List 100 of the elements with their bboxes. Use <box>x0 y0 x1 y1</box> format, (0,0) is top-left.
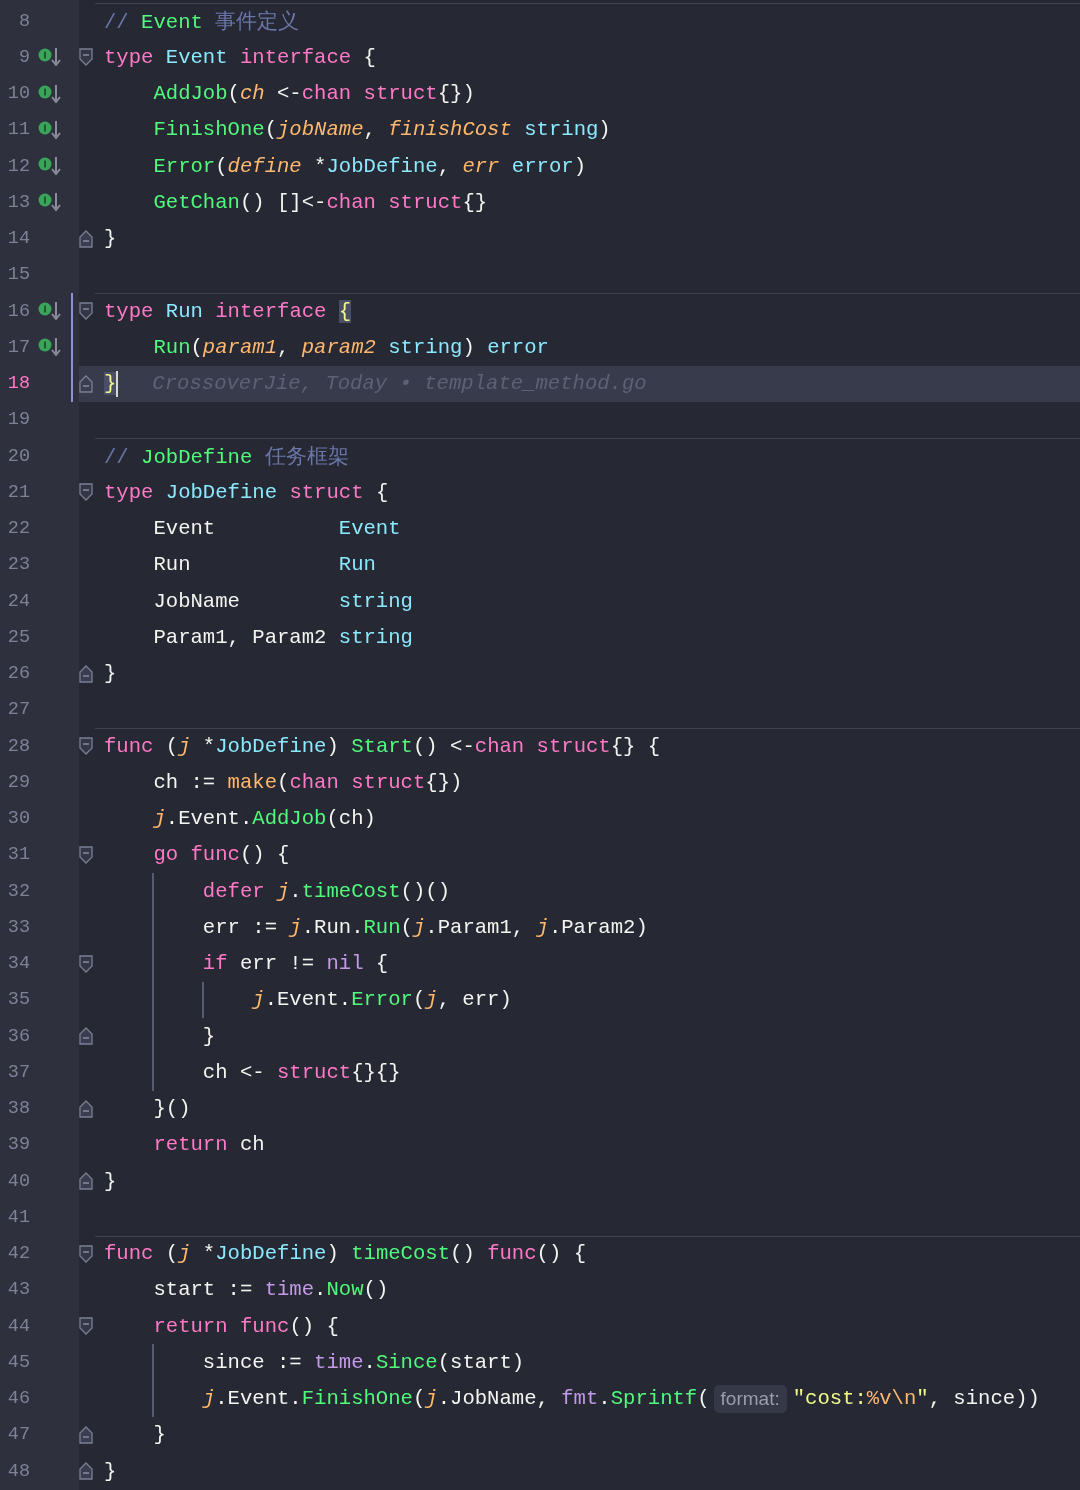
fold-marker-icon[interactable] <box>79 737 93 756</box>
code-line: type Event interface { <box>104 45 376 69</box>
fold-marker-icon[interactable] <box>79 1172 93 1191</box>
line-number: 47 <box>6 1424 30 1446</box>
implementation-icon[interactable] <box>38 155 62 178</box>
code-line: Run(param1, param2 string) error <box>153 335 549 359</box>
change-marker[interactable] <box>71 329 73 366</box>
code-line: ch := make(chan struct{}) <box>153 770 463 794</box>
line-number: 26 <box>6 663 30 685</box>
code-line: j.Event.AddJob(ch) <box>153 807 376 831</box>
code-line: start := time.Now() <box>153 1278 389 1302</box>
line-number: 37 <box>6 1061 30 1083</box>
code-line: } <box>153 1423 166 1447</box>
line-number: 46 <box>6 1388 30 1410</box>
implementation-icon[interactable] <box>38 300 62 323</box>
code-line: GetChan() []<-chan struct{} <box>153 190 488 214</box>
fold-marker-icon[interactable] <box>79 954 93 973</box>
line-number: 14 <box>6 228 30 250</box>
implementation-icon[interactable] <box>38 336 62 359</box>
text-cursor <box>116 370 119 397</box>
implementation-icon[interactable] <box>38 82 62 105</box>
line-number: 31 <box>6 844 30 866</box>
code-line: type JobDefine struct { <box>104 480 389 504</box>
code-line: // Event 事件定义 <box>104 9 300 36</box>
fold-marker-icon[interactable] <box>79 1462 93 1481</box>
fold-marker-icon[interactable] <box>79 1027 93 1046</box>
implementation-icon[interactable] <box>38 118 62 141</box>
code-line: Error(define *JobDefine, err error) <box>153 154 586 178</box>
code-line: j.Event.Error(j, err) <box>252 988 512 1012</box>
change-marker[interactable] <box>71 293 73 330</box>
line-number: 24 <box>6 590 30 612</box>
line-number: 25 <box>6 626 30 648</box>
line-number: 35 <box>6 989 30 1011</box>
line-number: 48 <box>6 1460 30 1482</box>
code-line: AddJob(ch <-chan struct{}) <box>153 82 475 106</box>
code-line: since := time.Since(start) <box>202 1350 525 1374</box>
code-line: go func() { <box>153 843 290 867</box>
line-number: 38 <box>6 1098 30 1120</box>
line-number: 32 <box>6 880 30 902</box>
line-number: 28 <box>6 735 30 757</box>
fold-marker-icon[interactable] <box>79 48 93 67</box>
line-number: 29 <box>6 771 30 793</box>
code-line: Param1, Param2 string <box>153 625 413 649</box>
line-number: 10 <box>6 83 30 105</box>
fold-marker-icon[interactable] <box>79 1099 93 1118</box>
line-number: 16 <box>6 300 30 322</box>
fold-marker-icon[interactable] <box>79 229 93 248</box>
line-number: 40 <box>6 1170 30 1192</box>
fold-marker-icon[interactable] <box>79 664 93 683</box>
line-number: 22 <box>6 518 30 540</box>
fold-marker-icon[interactable] <box>79 1425 93 1444</box>
code-line: Run Run <box>153 553 376 577</box>
fold-marker-icon[interactable] <box>79 302 93 321</box>
code-line: } <box>202 1024 216 1048</box>
code-line: func (j *JobDefine) Start() <-chan struct{} { <box>104 734 661 758</box>
implementation-icon[interactable] <box>38 46 62 69</box>
code-line: defer j.timeCost()() <box>202 879 451 903</box>
line-number: 19 <box>6 409 30 431</box>
code-line: return func() { <box>153 1314 339 1338</box>
change-marker[interactable] <box>71 365 73 402</box>
line-number: 8 <box>17 10 30 32</box>
line-number: 27 <box>6 699 30 721</box>
fold-marker-icon[interactable] <box>79 483 93 502</box>
code-line: }() <box>153 1097 191 1121</box>
code-line: return ch <box>153 1133 265 1157</box>
code-line: FinishOne(jobName, finishCost string) <box>153 118 611 142</box>
line-number: 9 <box>17 46 30 68</box>
line-number: 18 <box>6 373 30 395</box>
code-line: } <box>104 662 117 686</box>
fold-marker-icon[interactable] <box>79 845 93 864</box>
line-number: 20 <box>6 445 30 467</box>
line-number: 34 <box>6 953 30 975</box>
line-number: 13 <box>6 191 30 213</box>
code-line: // JobDefine 任务框架 <box>104 444 349 471</box>
line-number: 21 <box>6 481 30 503</box>
parameter-hint: format: <box>713 1384 787 1413</box>
code-line: JobName string <box>153 589 413 613</box>
line-number: 23 <box>6 554 30 576</box>
code-line: if err != nil { <box>202 952 389 976</box>
line-number: 17 <box>6 336 30 358</box>
code-line: } <box>104 1459 117 1483</box>
line-number: 42 <box>6 1243 30 1265</box>
line-number: 12 <box>6 155 30 177</box>
line-number: 15 <box>6 264 30 286</box>
fold-marker-icon[interactable] <box>79 374 93 393</box>
code-line: j.Event.FinishOne(j.JobName, fmt.Sprintf( <box>202 1387 710 1411</box>
code-line: } <box>104 1169 117 1193</box>
line-number: 45 <box>6 1351 30 1373</box>
code-line: type Run interface { <box>104 299 352 323</box>
code-line: Event Event <box>153 517 401 541</box>
line-number: 44 <box>6 1315 30 1337</box>
line-number: 36 <box>6 1025 30 1047</box>
fold-marker-icon[interactable] <box>79 1244 93 1263</box>
fold-marker-icon[interactable] <box>79 1317 93 1336</box>
line-number: 41 <box>6 1206 30 1228</box>
implementation-icon[interactable] <box>38 191 62 214</box>
code-line: "cost:%v\n", since)) <box>792 1387 1040 1411</box>
line-number: 43 <box>6 1279 30 1301</box>
line-number: 11 <box>6 119 30 141</box>
code-line: err := j.Run.Run(j.Param1, j.Param2) <box>202 915 648 939</box>
